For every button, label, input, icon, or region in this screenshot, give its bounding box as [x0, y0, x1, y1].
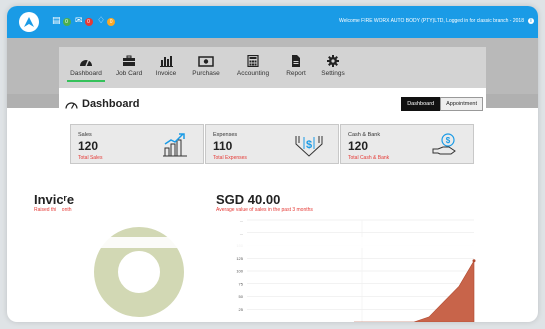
bar-chart-icon: [160, 56, 173, 67]
svg-text:$: $: [446, 136, 451, 145]
welcome-text: Welcome FIRE WORX AUTO BODY (PTY)LTD, Lo…: [339, 18, 524, 24]
sales-area: [354, 259, 475, 322]
nav-accounting-label: Accounting: [236, 70, 270, 77]
expenses-value: 110: [213, 139, 233, 153]
nav-accounting[interactable]: Accounting: [234, 55, 272, 77]
gear-icon: [327, 55, 339, 67]
app-logo[interactable]: [19, 12, 39, 32]
y-tick-label: 125: [236, 256, 243, 261]
nav-band: Dashboard Job Card Invoice Purchase Acco…: [7, 38, 538, 94]
view-toggle: Dashboard Appointment: [401, 97, 483, 111]
nav-report-label: Report: [286, 70, 306, 77]
y-tick-label: ...: [240, 218, 243, 223]
briefcase-icon: [123, 55, 135, 66]
nav-report[interactable]: Report: [283, 55, 309, 77]
speedometer-icon: [80, 58, 92, 67]
info-icon[interactable]: i: [528, 18, 534, 24]
cash-bank-value: 120: [348, 139, 369, 153]
money-icon: [198, 56, 214, 67]
y-tick-label: 50: [239, 294, 244, 299]
mail-icon: ✉: [75, 16, 83, 26]
invoice-title: Invicʳe: [34, 192, 75, 207]
page-title-text: Dashboard: [82, 98, 140, 110]
bell-notification[interactable]: ♢ 0: [97, 16, 116, 26]
nav-job-card-label: Job Card: [115, 70, 143, 77]
list-icon: ▤: [52, 16, 61, 26]
nav-purchase[interactable]: Purchase: [189, 55, 223, 77]
page-title: Dashboard: [65, 98, 139, 110]
expenses-label: Expenses: [213, 132, 238, 138]
mail-badge: 0: [84, 17, 93, 26]
svg-text:$: $: [306, 139, 312, 151]
sales-area-chart: 255075100125150......: [236, 218, 476, 322]
list-notification[interactable]: ▤ 0: [52, 17, 71, 26]
top-bar: ▤ 0 ✉ 0 ♢ 0 Welcome FIRE WORX AUTO BODY …: [7, 6, 538, 38]
bell-badge: 0: [107, 17, 116, 26]
bell-icon: ♢: [97, 16, 106, 26]
average-sales-subtitle: Average value of sales in the past 3 mon…: [216, 207, 313, 213]
sales-endpoint-marker: [472, 259, 476, 263]
cash-hand-icon: $: [432, 133, 456, 155]
y-tick-label: ...: [240, 230, 243, 235]
nav-job-card[interactable]: Job Card: [114, 55, 144, 77]
nav-dashboard-label: Dashboard: [70, 70, 102, 77]
nav-dashboard[interactable]: Dashboard: [67, 55, 105, 82]
sales-card[interactable]: Sales 120 Total Sales: [70, 124, 204, 164]
sales-value: 120: [78, 139, 99, 153]
y-tick-label: 25: [239, 307, 244, 312]
nav-settings-label: Settings: [321, 70, 345, 77]
mail-notification[interactable]: ✉ 0: [75, 17, 93, 26]
list-badge: 0: [62, 17, 71, 26]
y-tick-label: 75: [239, 281, 244, 286]
dashboard-button[interactable]: Dashboard: [401, 97, 441, 111]
app-window: ▤ 0 ✉ 0 ♢ 0 Welcome FIRE WORX AUTO BODY …: [7, 6, 538, 322]
cash-bank-card[interactable]: Cash & Bank 120 Total Cash & Bank $: [340, 124, 474, 164]
cash-bank-subtitle: Total Cash & Bank: [348, 155, 390, 161]
appointment-button[interactable]: Appointment: [440, 97, 483, 111]
sales-growth-icon: [163, 133, 187, 157]
expenses-card[interactable]: Expenses 110 Total Expenses $: [205, 124, 339, 164]
nav-purchase-label: Purchase: [192, 70, 220, 77]
cash-bank-label: Cash & Bank: [348, 132, 381, 138]
logo-triangle-icon: [24, 17, 34, 27]
sales-subtitle: Total Sales: [78, 155, 103, 161]
nav-invoice[interactable]: Invoice: [151, 55, 181, 77]
y-tick-label: 100: [236, 269, 243, 274]
main-nav: Dashboard Job Card Invoice Purchase Acco…: [59, 47, 486, 94]
sales-label: Sales: [78, 132, 92, 138]
document-icon: [292, 55, 300, 67]
invoice-subtitle: Raised thi onth: [34, 207, 72, 213]
screen-glare-band: [7, 237, 538, 248]
calculator-icon: [247, 55, 259, 67]
nav-invoice-label: Invoice: [155, 70, 177, 77]
expenses-down-icon: $: [295, 136, 323, 157]
speedometer-icon: [65, 101, 78, 109]
donut-ring: [94, 227, 184, 317]
nav-settings[interactable]: Settings: [318, 55, 348, 77]
average-sales-title: SGD 40.00: [216, 192, 281, 207]
expenses-subtitle: Total Expenses: [213, 155, 247, 161]
